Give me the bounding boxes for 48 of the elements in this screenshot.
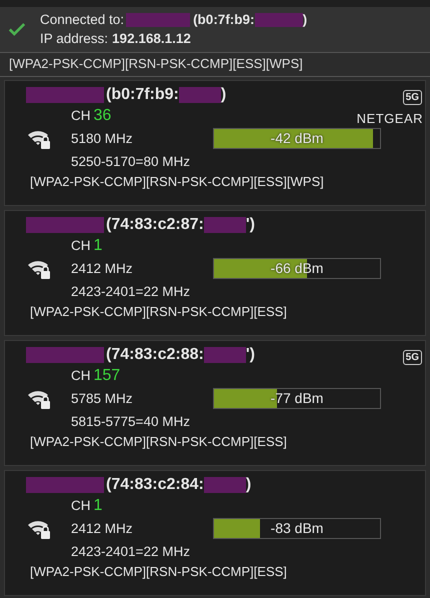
frequency-range: 2423-2401=22 MHz	[71, 283, 191, 301]
bssid-text: ')	[246, 346, 255, 364]
security-text: [WPA2-PSK-CCMP][RSN-PSK-CCMP][ESS][WPS]	[29, 173, 325, 190]
band-badge: 5G	[402, 90, 422, 105]
frequency-range: 5815-5775=40 MHz	[71, 413, 191, 431]
connected-label: Connected to:	[40, 11, 124, 29]
wifi-lock-icon	[27, 518, 51, 538]
redaction-mark	[254, 12, 303, 26]
frequency-text: 2412 MHz	[71, 260, 134, 278]
channel-label: CH	[71, 368, 90, 383]
redaction-mark	[204, 217, 246, 233]
frequency-text: 2412 MHz	[71, 520, 134, 538]
redaction-mark	[204, 347, 246, 363]
channel-label: CH	[71, 238, 90, 253]
frequency-text: 5785 MHz	[71, 390, 134, 408]
checkmark-icon	[8, 22, 26, 36]
bssid-text: ')	[246, 216, 255, 234]
bssid-text: )	[302, 11, 308, 29]
channel-number: 36	[94, 107, 112, 124]
wifi-lock-icon	[27, 258, 51, 278]
frequency-range: 5250-5170=80 MHz	[71, 153, 191, 171]
bssid-text: )	[246, 476, 252, 494]
channel-number: 1	[94, 497, 102, 514]
bssid-text: (74:83:c2:84:	[106, 476, 204, 494]
redaction-mark	[204, 477, 246, 493]
vendor-name: NETGEAR	[356, 111, 423, 126]
bssid-text: (74:83:c2:87:	[106, 216, 204, 234]
bssid-text: (74:83:c2:88:	[106, 346, 204, 364]
redaction-mark	[178, 87, 221, 103]
signal-reading: -83 dBm	[270, 520, 324, 537]
channel-label: CH	[71, 108, 90, 123]
bssid-text: (b0:7f:b9:	[193, 11, 255, 29]
security-text: [WPA2-PSK-CCMP][RSN-PSK-CCMP][ESS]	[29, 563, 288, 580]
wifi-lock-icon	[27, 388, 51, 408]
ip-label: IP address:	[40, 30, 108, 48]
security-text: [WPA2-PSK-CCMP][RSN-PSK-CCMP][ESS]	[29, 303, 288, 320]
channel-number: 157	[94, 367, 120, 384]
security-text: [WPA2-PSK-CCMP][RSN-PSK-CCMP][ESS]	[29, 433, 288, 450]
channel-number: 1	[94, 237, 102, 254]
signal-reading: -42 dBm	[270, 130, 324, 147]
frequency-range: 2423-2401=22 MHz	[71, 543, 191, 561]
frequency-text: 5180 MHz	[71, 130, 134, 148]
wifi-lock-icon	[27, 128, 51, 148]
band-badge: 5G	[402, 350, 422, 365]
bssid-text: )	[220, 86, 226, 104]
bssid-text: (b0:7f:b9:	[106, 86, 179, 104]
channel-label: CH	[71, 498, 90, 513]
ip-address: 192.168.1.12	[112, 30, 191, 48]
